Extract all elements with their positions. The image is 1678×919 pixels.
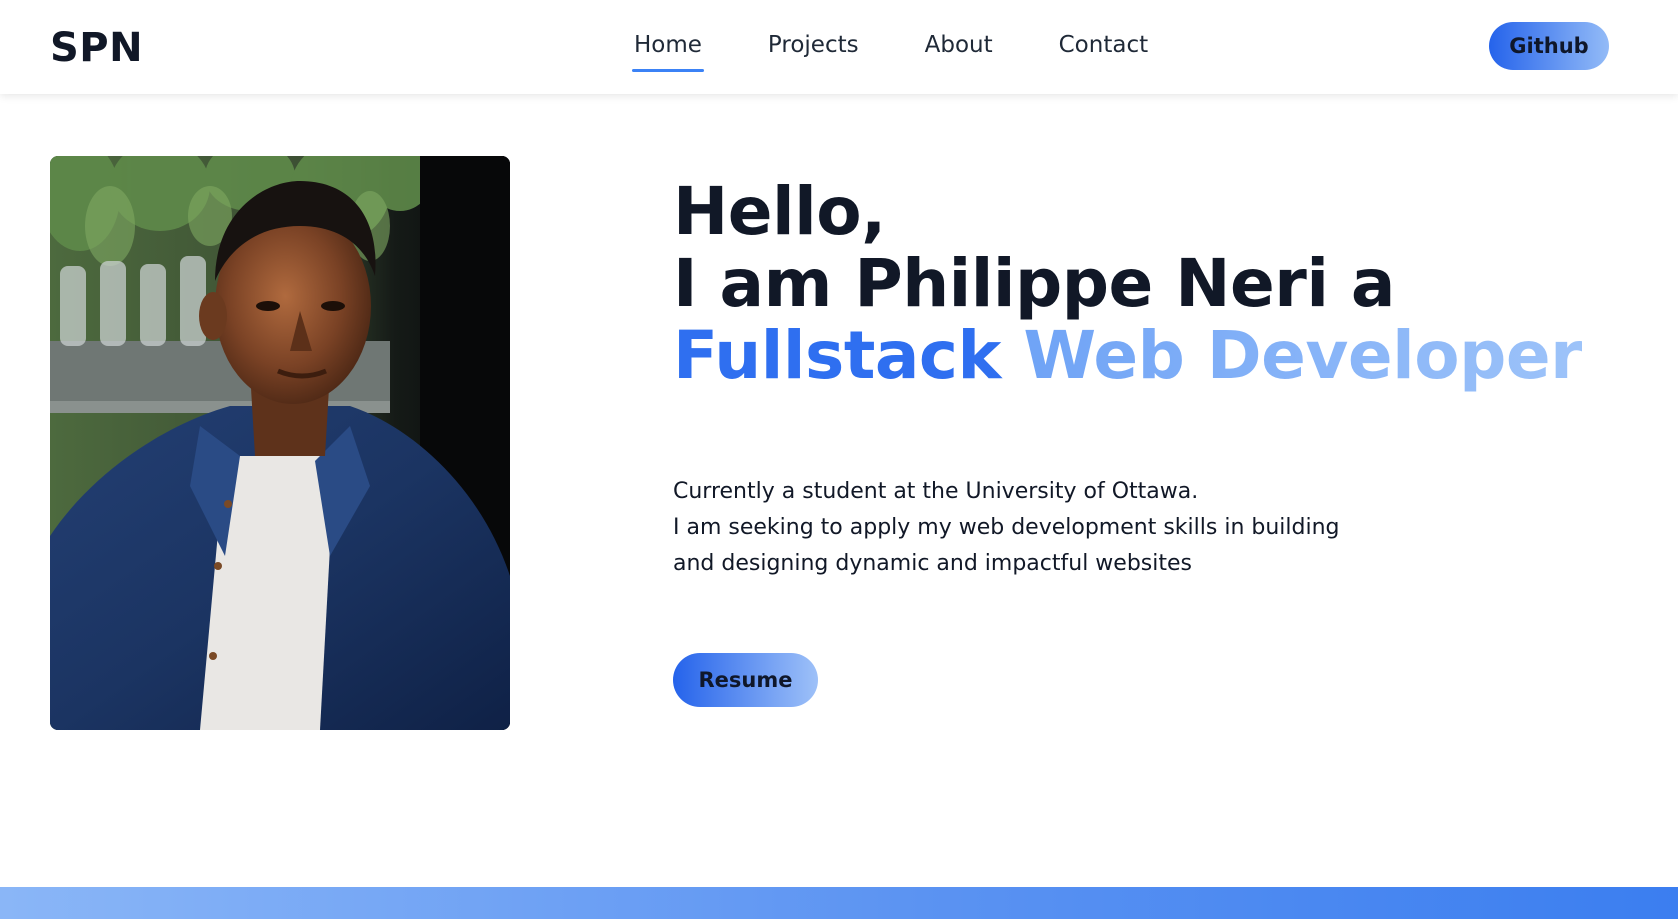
bio-line-2: I am seeking to apply my web development… (673, 515, 1340, 540)
headline-role: Fullstack Web Developer (673, 320, 1633, 392)
headline-role-fullstack: Fullstack (673, 317, 1001, 394)
headline-intro: I am Philippe Neri a (673, 245, 1395, 322)
headline-role-webdev: Web Developer (1023, 317, 1583, 394)
site-header: SPN Home Projects About Contact Github (0, 0, 1678, 94)
portrait-photo (50, 156, 510, 730)
bio-line-3: and designing dynamic and impactful webs… (673, 551, 1192, 576)
headline-greeting: Hello, (673, 173, 886, 250)
bio-line-1: Currently a student at the University of… (673, 479, 1199, 504)
nav-about[interactable]: About (923, 26, 995, 64)
footer-gradient-band (0, 887, 1678, 919)
github-button[interactable]: Github (1489, 22, 1609, 70)
resume-button[interactable]: Resume (673, 653, 818, 707)
nav-projects[interactable]: Projects (766, 26, 861, 64)
hero-headline: Hello, I am Philippe Neri a Fullstack We… (673, 176, 1633, 392)
main-nav: Home Projects About Contact (632, 26, 1212, 72)
hero-text: Hello, I am Philippe Neri a Fullstack We… (673, 176, 1633, 392)
site-logo[interactable]: SPN (50, 22, 143, 74)
nav-contact[interactable]: Contact (1057, 26, 1150, 64)
nav-home[interactable]: Home (632, 26, 704, 72)
hero-bio: Currently a student at the University of… (673, 474, 1393, 582)
